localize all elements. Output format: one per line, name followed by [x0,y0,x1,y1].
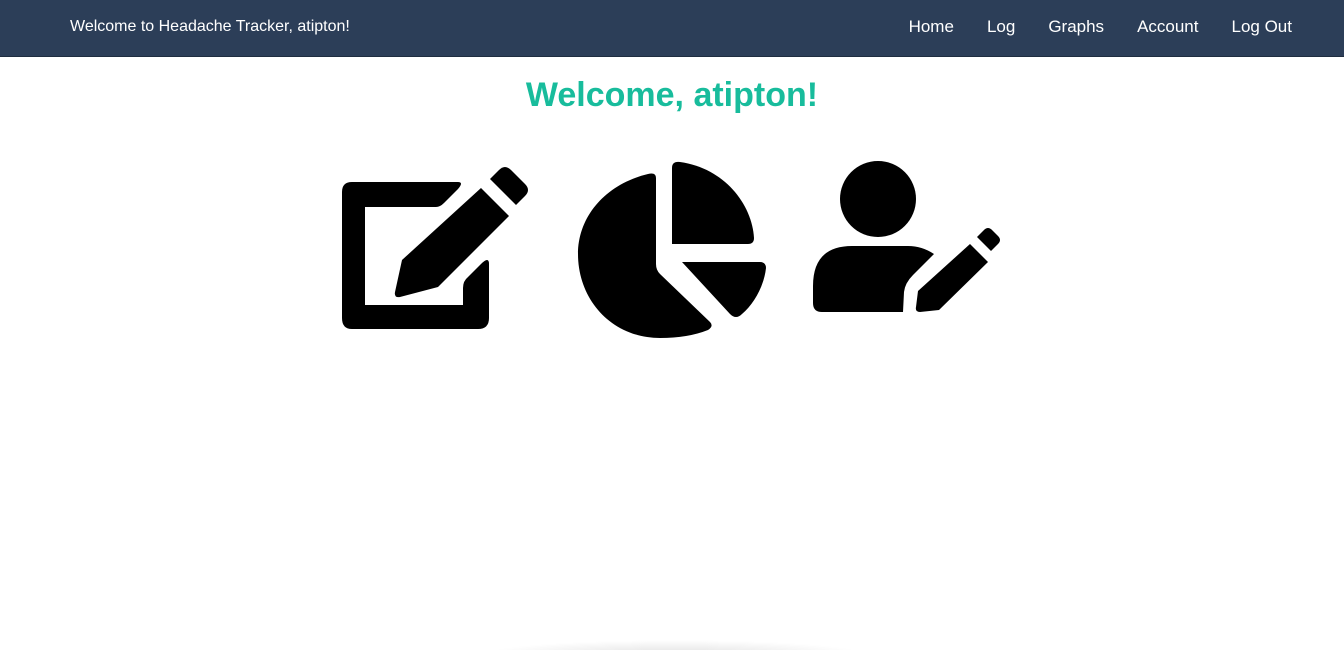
user-edit-icon [813,161,1000,312]
nav-graphs-link[interactable]: Graphs [1048,16,1104,38]
page-title: Welcome, atipton! [525,76,819,114]
nav-home-link[interactable]: Home [909,16,954,38]
pie-chart-icon [578,161,766,338]
navbar-brand[interactable]: Welcome to Headache Tracker, atipton! [70,17,350,37]
nav-account-link[interactable]: Account [1137,16,1198,38]
account-tile-link[interactable] [810,160,1006,320]
nav-links: Home Log Graphs Account Log Out [909,16,1292,38]
nav-log-link[interactable]: Log [987,16,1015,38]
nav-logout-link[interactable]: Log Out [1232,16,1293,38]
log-tile-link[interactable] [340,160,536,332]
navbar: Welcome to Headache Tracker, atipton! Ho… [0,0,1344,57]
bottom-shadow [480,640,870,650]
edit-icon [342,167,528,329]
graphs-tile-link[interactable] [576,160,772,342]
